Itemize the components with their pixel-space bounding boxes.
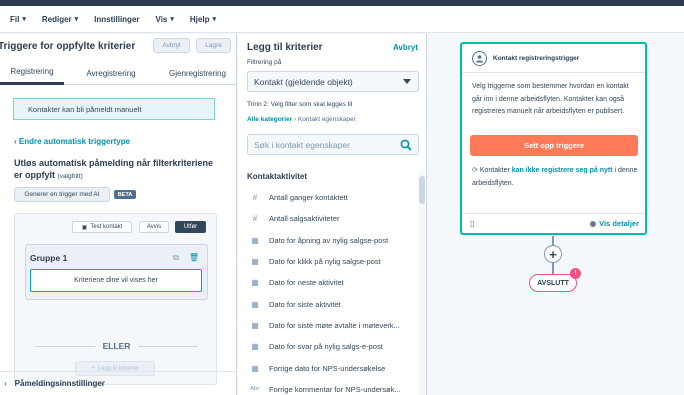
menu-innstillinger[interactable]: Innstillinger <box>94 15 139 24</box>
scrollbar[interactable] <box>419 170 425 395</box>
property-item[interactable]: ▦ Dato for klikk på nylig salgse-post <box>247 251 419 272</box>
property-label: Forrige dato for NPS-undersøkelse <box>269 363 386 373</box>
trigger-tabs: Registrering Avregistrering Gjenregistre… <box>0 61 237 85</box>
calendar-icon: ▦ <box>251 257 259 267</box>
property-item[interactable]: ▦ Dato for siste aktivitet <box>247 293 419 314</box>
property-item[interactable]: ▦ Dato for åpning av nylig salgse-post <box>247 230 419 251</box>
property-search-input[interactable]: Søk i kontakt egenskaper <box>247 134 419 155</box>
cancel-link[interactable]: Avbryt <box>393 43 418 52</box>
menu-bar: Fil ▾ Rediger ▾ Innstillinger Vis ▾ Hjelp ▾ <box>0 6 684 33</box>
clone-icon[interactable]: ⧉ <box>173 253 179 263</box>
scrollbar-thumb[interactable] <box>419 176 425 204</box>
property-item[interactable]: ▦ Dato for neste aktivitet <box>247 272 419 293</box>
test-contact-button[interactable]: ▣ Test kontakt <box>72 221 132 233</box>
eye-icon: ◉ <box>589 219 597 228</box>
re-enrollment-link[interactable]: kan ikke registrere seg på nytt <box>512 167 613 174</box>
number-icon: # <box>252 193 258 203</box>
chevron-right-icon: › <box>4 379 7 388</box>
apply-button[interactable]: Utfør <box>175 221 206 233</box>
filter-group: Gruppe 1 ⧉ 🗑 Kriteriene dine vil vises h… <box>25 244 208 300</box>
panel-title: Triggere for oppfylte kriterier <box>0 40 136 52</box>
property-label: Dato for neste aktivitet <box>269 278 344 288</box>
calendar-icon: ▦ <box>251 235 259 245</box>
tab-registrering[interactable]: Registrering <box>0 61 64 85</box>
category-heading: Kontaktaktivitet <box>247 172 308 181</box>
property-label: Antall ganger kontaktett <box>269 193 348 203</box>
trigger-card-title: Kontakt registreringstrigger <box>493 54 580 62</box>
group-label: Gruppe 1 <box>30 253 68 263</box>
warning-badge: ! <box>570 268 581 279</box>
property-label: Antall salgsaktiviteter <box>269 214 340 224</box>
re-enrollment-note: ⟳ Kontakter kan ikke registrere seg på n… <box>472 167 638 187</box>
contact-icon <box>472 50 487 66</box>
trigger-card-description: Velg triggerne som bestemmer hvordan en … <box>472 83 629 115</box>
property-item[interactable]: # Antall salgsaktiviteter <box>247 208 419 229</box>
save-button[interactable]: Lagre <box>196 38 231 53</box>
property-item[interactable]: # Antall ganger kontaktett <box>247 187 419 208</box>
view-details-link[interactable]: ◉ Vis detaljer <box>590 219 639 228</box>
section-title: Utløs automatisk påmelding når filterkri… <box>14 158 214 180</box>
property-item[interactable]: ▦ Forrige dato for NPS-undersøkelse <box>247 357 419 378</box>
menu-vis[interactable]: Vis ▾ <box>156 15 174 24</box>
back-link[interactable]: ‹ Endre automatisk triggertype <box>14 137 130 146</box>
menu-rediger[interactable]: Rediger ▾ <box>42 15 78 24</box>
property-label: Dato for åpning av nylig salgse-post <box>269 235 389 245</box>
text-icon: Abc <box>250 386 260 393</box>
menu-hjelp[interactable]: Hjelp ▾ <box>190 15 216 24</box>
breadcrumb: Alle kategorier › Kontakt egenskaper <box>247 116 356 123</box>
property-label: Dato for siste aktivitet <box>269 299 341 309</box>
object-select[interactable]: Kontakt (gjeldende objekt) <box>247 71 419 92</box>
setup-triggers-button[interactable]: Sett opp triggere <box>470 135 638 156</box>
enrollment-trigger-card[interactable]: Kontakt registreringstrigger Velg trigge… <box>460 42 647 235</box>
filter-groups: ▣ Test kontakt Avvis Utfør Gruppe 1 ⧉ 🗑 K… <box>14 213 217 385</box>
breadcrumb-all-categories[interactable]: Alle kategorier <box>247 116 292 123</box>
beta-badge: BETA <box>114 190 136 199</box>
add-action-button[interactable]: + <box>544 245 562 263</box>
calendar-icon: ▦ <box>251 363 259 373</box>
filter-label: Filtrering på <box>247 59 282 66</box>
clipboard-icon[interactable]: ▯ <box>470 219 474 228</box>
discard-button[interactable]: Avvis <box>139 221 169 233</box>
breadcrumb-current: Kontakt egenskaper <box>297 116 356 123</box>
end-node[interactable]: AVSLUTT <box>529 274 577 292</box>
property-item[interactable]: Abc Forrige kommentar for NPS-undersøk... <box>247 379 419 395</box>
enrollment-settings-toggle[interactable]: › Påmeldingsinnstillinger <box>0 371 237 395</box>
chevron-down-icon: ▾ <box>74 16 79 23</box>
property-label: Dato for siste møte avtalte i møteverk..… <box>269 320 400 330</box>
property-item[interactable]: ▦ Dato for siste møte avtalte i møteverk.… <box>247 315 419 336</box>
caret-down-icon <box>403 79 411 84</box>
number-icon: # <box>252 214 258 224</box>
panel-title: Legg til kriterier <box>247 42 323 53</box>
plus-icon: + <box>549 246 557 262</box>
info-banner: Kontakter kan bli påmeldt manuelt <box>13 98 215 120</box>
search-icon <box>400 139 412 151</box>
criteria-placeholder[interactable]: Kriteriene dine vil vises her <box>30 269 202 292</box>
step-label: Trinn 2: Velg filter som skal legges til <box>247 101 353 108</box>
trigger-card-header: Kontakt registreringstrigger <box>462 44 645 73</box>
calendar-icon: ▦ <box>251 342 259 352</box>
property-label: Dato for svar på nylig salgs-e-post <box>269 342 383 352</box>
or-divider: ELLER <box>15 341 218 351</box>
menu-fil[interactable]: Fil ▾ <box>10 15 26 24</box>
property-label: Forrige kommentar for NPS-undersøk... <box>269 384 401 394</box>
calendar-icon: ▦ <box>251 299 259 309</box>
trigger-panel: Triggere for oppfylte kriterier Avbryt L… <box>0 34 237 395</box>
calendar-icon: ▦ <box>251 278 259 288</box>
chevron-down-icon: ▾ <box>212 16 216 23</box>
calendar-icon: ▦ <box>251 320 259 330</box>
trigger-card-footer: ▯ ◉ Vis detaljer <box>462 213 645 233</box>
refresh-icon: ⟳ <box>472 167 478 174</box>
cancel-button[interactable]: Avbryt <box>153 38 190 53</box>
tab-avregistrering[interactable]: Avregistrering <box>64 61 158 85</box>
property-list: # Antall ganger kontaktett # Antall salgsak… <box>247 187 419 395</box>
chevron-down-icon: ▾ <box>170 16 174 23</box>
contact-icon: ▣ <box>81 224 88 231</box>
trash-icon[interactable]: 🗑 <box>189 253 199 263</box>
property-label: Dato for klikk på nylig salgse-post <box>269 257 381 267</box>
property-item[interactable]: ▦ Dato for svar på nylig salgs-e-post <box>247 336 419 357</box>
chevron-down-icon: ▾ <box>22 16 26 23</box>
tab-gjenregistrering[interactable]: Gjenregistrering <box>158 61 237 85</box>
add-criteria-panel: Legg til kriterier Avbryt Filtrering på … <box>238 34 427 395</box>
generate-ai-trigger-button[interactable]: Generer en trigger med AI <box>14 187 110 202</box>
